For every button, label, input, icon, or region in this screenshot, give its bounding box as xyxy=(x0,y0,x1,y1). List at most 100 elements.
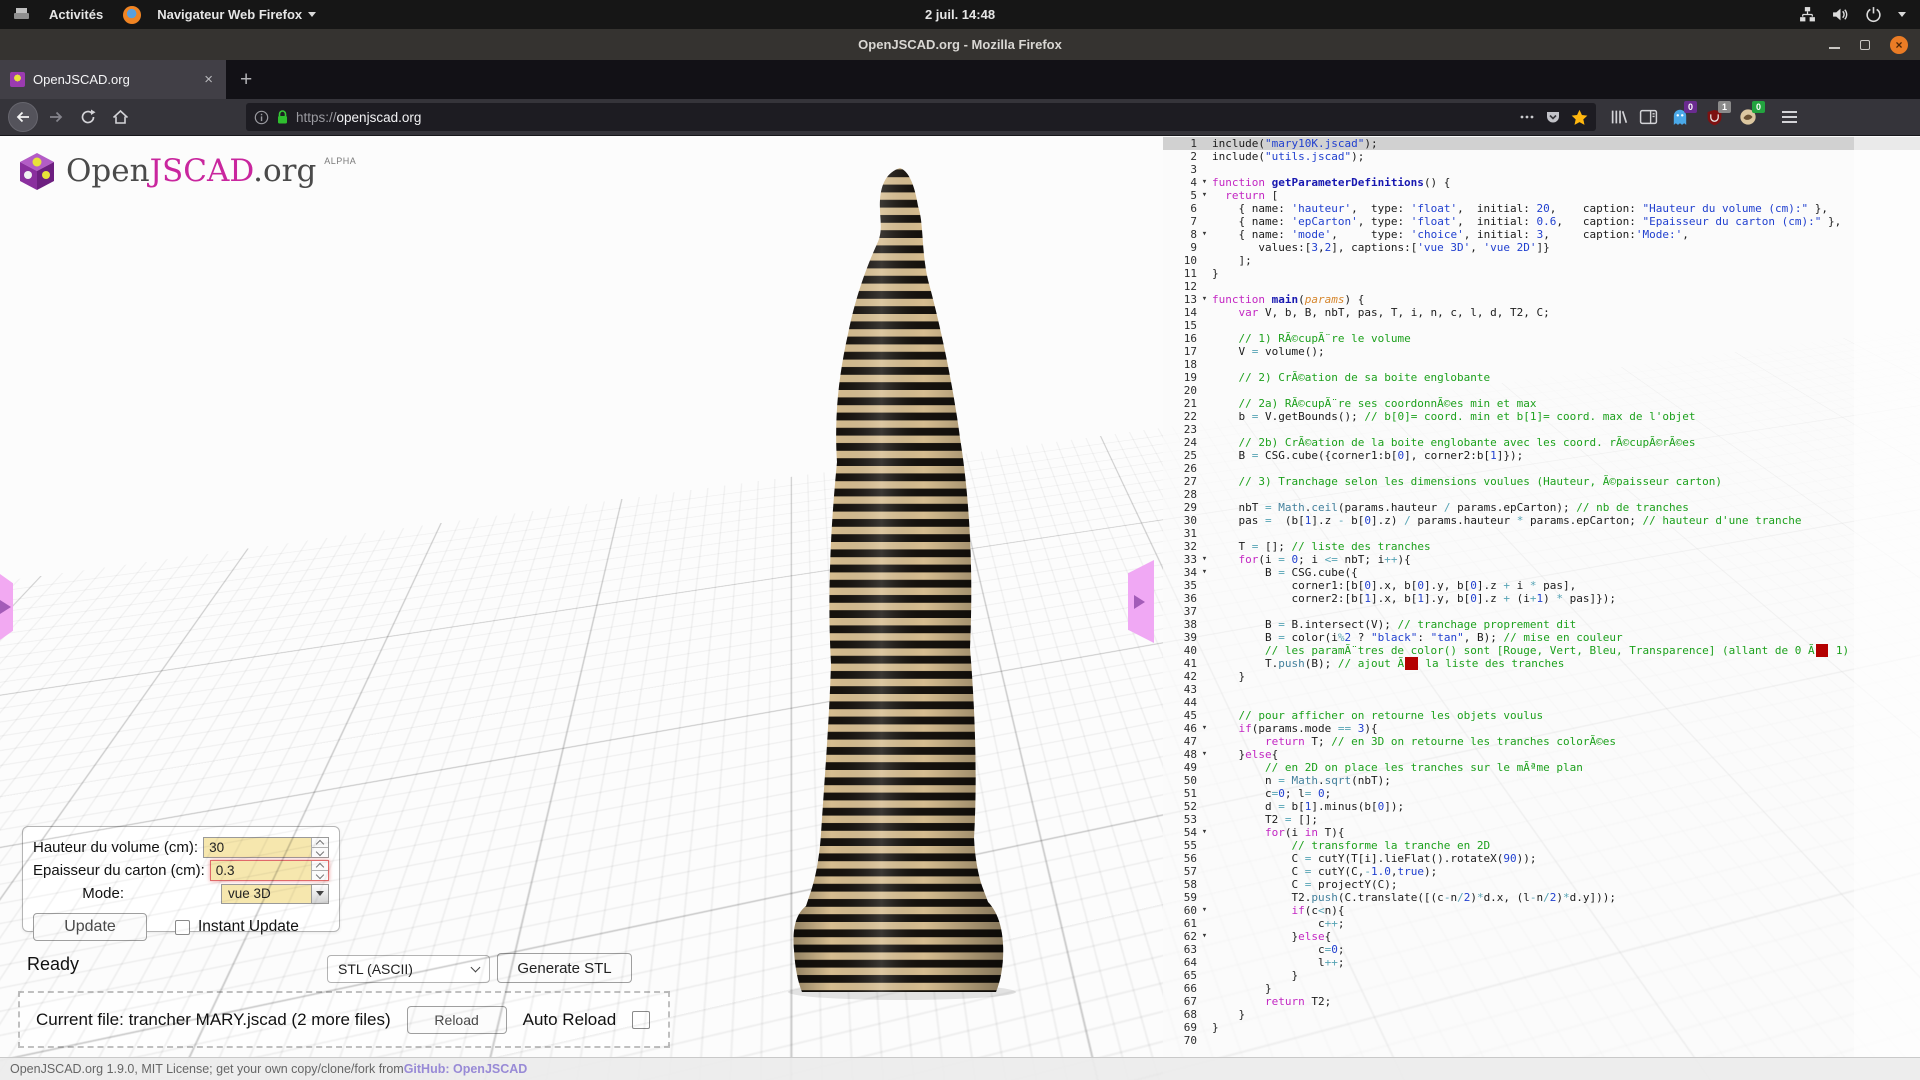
code-line[interactable]: 33▾ for(i = 0; i <= nbT; i++){ xyxy=(1163,553,1920,566)
code-line[interactable]: 39 B = color(i%2 ? "black": "tan", B); /… xyxy=(1163,631,1920,644)
app-menu-button[interactable]: Navigateur Web Firefox xyxy=(157,7,316,22)
code-line[interactable]: 49 // en 2D on place les tranches sur le… xyxy=(1163,761,1920,774)
code-line[interactable]: 38 B = B.intersect(V); // tranchage prop… xyxy=(1163,618,1920,631)
spin-up-icon[interactable] xyxy=(311,861,328,870)
sidebar-toggle-icon[interactable] xyxy=(1639,108,1658,126)
code-line[interactable]: 67 return T2; xyxy=(1163,995,1920,1008)
code-line[interactable]: 59 T2.push(C.translate([(c-n/2)*d.x, (l-… xyxy=(1163,891,1920,904)
instant-update-checkbox[interactable] xyxy=(175,920,190,935)
code-line[interactable]: 44 xyxy=(1163,696,1920,709)
code-line[interactable]: 4▾function getParameterDefinitions() { xyxy=(1163,176,1920,189)
code-line[interactable]: 56 C = cutY(T[i].lieFlat().rotateX(90)); xyxy=(1163,852,1920,865)
page-info-icon[interactable] xyxy=(254,110,269,125)
code-line[interactable]: 53 T2 = []; xyxy=(1163,813,1920,826)
code-line[interactable]: 64 l++; xyxy=(1163,956,1920,969)
code-line[interactable]: 8▾ { name: 'mode', type: 'choice', initi… xyxy=(1163,228,1920,241)
code-line[interactable]: 13▾function main(params) { xyxy=(1163,293,1920,306)
code-line[interactable]: 52 d = b[1].minus(b[0]); xyxy=(1163,800,1920,813)
code-line[interactable]: 5▾ return [ xyxy=(1163,189,1920,202)
reload-button[interactable] xyxy=(72,103,104,131)
fold-arrow-icon[interactable]: ▾ xyxy=(1197,826,1212,839)
code-line[interactable]: 10 ]; xyxy=(1163,254,1920,267)
menu-hamburger-icon[interactable] xyxy=(1782,111,1797,123)
code-line[interactable]: 51 c=0; l= 0; xyxy=(1163,787,1920,800)
openjscad-viewport[interactable]: OpenJSCAD.org ALPHA 1include("mary10K.js… xyxy=(0,136,1920,1080)
pocket-icon[interactable] xyxy=(1545,109,1561,125)
fold-arrow-icon[interactable]: ▾ xyxy=(1197,722,1212,735)
code-line[interactable]: 14 var V, b, B, nbT, pas, T, i, n, c, l,… xyxy=(1163,306,1920,319)
left-panel-handle[interactable] xyxy=(0,574,13,640)
select-dropdown-button[interactable] xyxy=(311,885,328,903)
code-line[interactable]: 26 xyxy=(1163,462,1920,475)
code-line[interactable]: 48▾ }else{ xyxy=(1163,748,1920,761)
code-line[interactable]: 63 c=0; xyxy=(1163,943,1920,956)
fold-arrow-icon[interactable]: ▾ xyxy=(1197,566,1212,579)
code-line[interactable]: 23 xyxy=(1163,423,1920,436)
extension-ghostery[interactable]: 0 xyxy=(1668,105,1692,129)
tab-close-icon[interactable]: × xyxy=(201,71,216,88)
fold-arrow-icon[interactable]: ▾ xyxy=(1197,553,1212,566)
power-icon[interactable] xyxy=(1865,6,1882,23)
extension-other[interactable]: 0 xyxy=(1736,105,1760,129)
url-text[interactable]: https://openjscad.org xyxy=(296,110,1512,125)
code-line[interactable]: 25 B = CSG.cube({corner1:b[0], corner2:b… xyxy=(1163,449,1920,462)
code-line[interactable]: 17 V = volume(); xyxy=(1163,345,1920,358)
code-line[interactable]: 68 } xyxy=(1163,1008,1920,1021)
home-button[interactable] xyxy=(104,103,136,131)
spin-down-icon[interactable] xyxy=(311,870,328,880)
extension-ublock[interactable]: 1 xyxy=(1702,105,1726,129)
clock[interactable]: 2 juil. 14:48 xyxy=(925,7,995,22)
code-line[interactable]: 2include("utils.jscad"); xyxy=(1163,150,1920,163)
page-actions-dots-icon[interactable] xyxy=(1519,109,1535,125)
spin-down-icon[interactable] xyxy=(311,847,328,857)
network-icon[interactable] xyxy=(1799,6,1816,23)
code-line[interactable]: 27 // 3) Tranchage selon les dimensions … xyxy=(1163,475,1920,488)
volume-icon[interactable] xyxy=(1832,6,1849,23)
code-line[interactable]: 24 // 2b) CrÃ©ation de la boite engloban… xyxy=(1163,436,1920,449)
generate-stl-button[interactable]: Generate STL xyxy=(497,953,632,983)
code-line[interactable]: 22 b = V.getBounds(); // b[0]= coord. mi… xyxy=(1163,410,1920,423)
code-line[interactable]: 41 T.push(B); // ajout Ã la liste des tr… xyxy=(1163,657,1920,670)
library-icon[interactable] xyxy=(1610,108,1629,126)
code-line[interactable]: 1include("mary10K.jscad"); xyxy=(1163,137,1920,150)
hauteur-input[interactable]: 30 xyxy=(203,837,329,858)
code-line[interactable]: 29 nbT = Math.ceil(params.hauteur / para… xyxy=(1163,501,1920,514)
code-line[interactable]: 7 { name: 'epCarton', type: 'float', ini… xyxy=(1163,215,1920,228)
code-line[interactable]: 9 values:[3,2], captions:['vue 3D', 'vue… xyxy=(1163,241,1920,254)
window-titlebar[interactable]: OpenJSCAD.org - Mozilla Firefox × xyxy=(0,29,1920,60)
back-button[interactable] xyxy=(8,102,38,132)
fold-arrow-icon[interactable]: ▾ xyxy=(1197,930,1212,943)
code-line[interactable]: 42 } xyxy=(1163,670,1920,683)
code-line[interactable]: 61 c++; xyxy=(1163,917,1920,930)
code-line[interactable]: 32 T = []; // liste des tranches xyxy=(1163,540,1920,553)
fold-arrow-icon[interactable]: ▾ xyxy=(1197,228,1212,241)
editor-panel-handle[interactable] xyxy=(1128,560,1154,643)
code-line[interactable]: 45 // pour afficher on retourne les obje… xyxy=(1163,709,1920,722)
code-editor[interactable]: 1include("mary10K.jscad");2include("util… xyxy=(1163,136,1920,1080)
mode-select[interactable]: vue 3D xyxy=(221,884,329,904)
code-line[interactable]: 37 xyxy=(1163,605,1920,618)
code-line[interactable]: 18 xyxy=(1163,358,1920,371)
code-line[interactable]: 30 pas = (b[1].z - b[0].z) / params.haut… xyxy=(1163,514,1920,527)
activities-button[interactable]: Activités xyxy=(45,7,107,22)
code-line[interactable]: 31 xyxy=(1163,527,1920,540)
export-format-select[interactable]: STL (ASCII) xyxy=(327,955,490,983)
bookmark-star-icon[interactable] xyxy=(1571,109,1588,126)
code-line[interactable]: 62▾ }else{ xyxy=(1163,930,1920,943)
close-button[interactable]: × xyxy=(1890,36,1908,54)
code-line[interactable]: 58 C = projectY(C); xyxy=(1163,878,1920,891)
https-lock-icon[interactable] xyxy=(276,109,289,125)
code-line[interactable]: 11} xyxy=(1163,267,1920,280)
fold-arrow-icon[interactable]: ▾ xyxy=(1197,293,1212,306)
code-line[interactable]: 34▾ B = CSG.cube({ xyxy=(1163,566,1920,579)
maximize-button[interactable] xyxy=(1860,40,1870,50)
minimize-button[interactable] xyxy=(1829,47,1840,49)
code-line[interactable]: 19 // 2) CrÃ©ation de sa boite englobant… xyxy=(1163,371,1920,384)
forward-button[interactable] xyxy=(40,103,72,131)
code-line[interactable]: 43 xyxy=(1163,683,1920,696)
epaisseur-input[interactable]: 0.3 xyxy=(210,860,329,881)
code-line[interactable]: 21 // 2a) RÃ©cupÃ¨re ses coordonnÃ©es mi… xyxy=(1163,397,1920,410)
code-line[interactable]: 40 // les paramÃ¨tres de color() sont [R… xyxy=(1163,644,1920,657)
code-line[interactable]: 20 xyxy=(1163,384,1920,397)
openjscad-logo[interactable]: OpenJSCAD.org ALPHA xyxy=(16,150,356,192)
